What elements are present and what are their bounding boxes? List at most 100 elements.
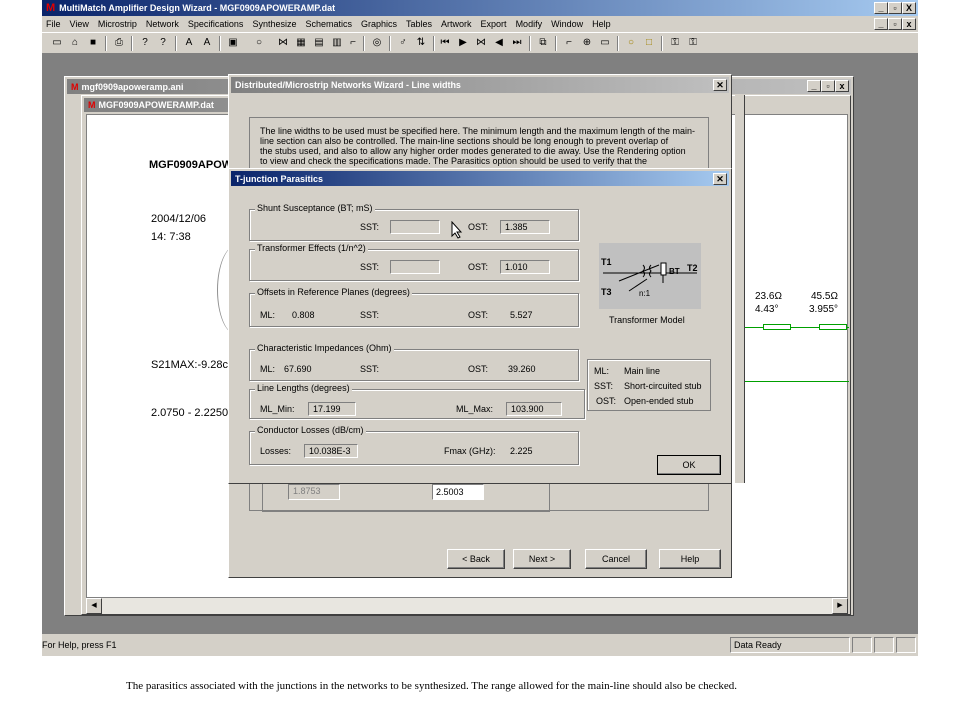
context-help-icon[interactable]: ? bbox=[156, 36, 170, 50]
ml-min-label: ML_Min: bbox=[260, 404, 295, 414]
horizontal-scrollbar[interactable]: ◀ ▶ bbox=[86, 598, 848, 614]
menu-microstrip[interactable]: Microstrip bbox=[98, 19, 137, 29]
model-t1-label: T1 bbox=[601, 257, 612, 267]
box-icon[interactable]: ▭ bbox=[598, 36, 612, 50]
offsets-label: Offsets in Reference Planes (degrees) bbox=[255, 287, 412, 297]
help-button[interactable]: Help bbox=[659, 549, 721, 569]
ok-button[interactable]: OK bbox=[657, 455, 721, 475]
save-icon[interactable]: ■ bbox=[86, 36, 100, 50]
back-icon[interactable]: ◀ bbox=[492, 36, 506, 50]
child-restore-button[interactable]: ▫ bbox=[821, 80, 835, 92]
wizard-close-button[interactable]: ✕ bbox=[713, 79, 727, 91]
menu-synthesize[interactable]: Synthesize bbox=[252, 19, 296, 29]
route-icon[interactable]: ♂ bbox=[396, 36, 410, 50]
mdi-restore-button[interactable]: ▫ bbox=[888, 18, 902, 30]
child-close-button[interactable]: x bbox=[835, 80, 849, 92]
print-icon[interactable]: ⎙ bbox=[112, 36, 126, 50]
scroll-right-button[interactable]: ▶ bbox=[832, 598, 848, 614]
new-file-icon[interactable]: ▭ bbox=[50, 36, 64, 50]
menu-artwork[interactable]: Artwork bbox=[441, 19, 472, 29]
child-title: mgf0909apoweramp.ani bbox=[81, 81, 184, 92]
yellow-circle-icon[interactable]: ○ bbox=[624, 36, 638, 50]
back-button[interactable]: < Back bbox=[447, 549, 505, 569]
lock-icon[interactable]: ⚿ bbox=[668, 36, 682, 50]
mdi-minimize-button[interactable]: _ bbox=[874, 18, 888, 30]
mouse-cursor-icon bbox=[451, 221, 463, 239]
legend-ost-val: Open-ended stub bbox=[624, 396, 694, 406]
window-icon[interactable]: ▣ bbox=[226, 36, 240, 50]
play-icon[interactable]: ▶ bbox=[456, 36, 470, 50]
yellow-square-icon[interactable]: □ bbox=[642, 36, 656, 50]
impedances-label: Characteristic Impedances (Ohm) bbox=[255, 343, 394, 353]
menu-graphics[interactable]: Graphics bbox=[361, 19, 397, 29]
bowtie-icon[interactable]: ⋈ bbox=[474, 36, 488, 50]
menu-network[interactable]: Network bbox=[146, 19, 179, 29]
child-minimize-button[interactable]: _ bbox=[807, 80, 821, 92]
losses-group: Conductor Losses (dB/cm) Losses: 10.038E… bbox=[249, 425, 579, 465]
wizard-field-right[interactable]: 2.5003 bbox=[432, 484, 484, 500]
stub-icon[interactable]: ⌐ bbox=[562, 36, 576, 50]
impedances-ost-value: 39.260 bbox=[508, 364, 536, 374]
tjunction-close-button[interactable]: ✕ bbox=[713, 173, 727, 185]
legend-sst-val: Short-circuited stub bbox=[624, 381, 702, 391]
offsets-ost-value: 5.527 bbox=[510, 310, 533, 320]
transformer-ost-field: 1.010 bbox=[500, 260, 550, 274]
cancel-button[interactable]: Cancel bbox=[585, 549, 647, 569]
last-icon[interactable]: ⏭ bbox=[510, 36, 524, 50]
transformer-model-image: T1 T2 T3 BT n:1 bbox=[599, 243, 701, 309]
line-lengths-group: Line Lengths (degrees) ML_Min: 17.199 ML… bbox=[249, 383, 585, 419]
wizard-desc-line-4: to view and check the specifications mad… bbox=[260, 156, 648, 166]
step-icon[interactable]: ⌐ bbox=[346, 36, 360, 50]
menu-schematics[interactable]: Schematics bbox=[305, 19, 352, 29]
menu-view[interactable]: View bbox=[70, 19, 89, 29]
shunt-susceptance-group: Shunt Susceptance (BT; mS) SST: OST: 1.3… bbox=[249, 203, 579, 241]
menu-specifications[interactable]: Specifications bbox=[188, 19, 244, 29]
scroll-left-button[interactable]: ◀ bbox=[86, 598, 102, 614]
first-icon[interactable]: ⏮ bbox=[438, 36, 452, 50]
transformer-ost-label: OST: bbox=[468, 262, 489, 272]
next-button[interactable]: Next > bbox=[513, 549, 571, 569]
table-icon[interactable]: ▤ bbox=[312, 36, 326, 50]
doc-s21: S21MAX:-9.28c bbox=[151, 359, 229, 371]
status-cell-3 bbox=[874, 637, 894, 653]
wizard-desc-line-2: line section can also be controlled. The… bbox=[260, 136, 669, 146]
mdi-close-button[interactable]: x bbox=[902, 18, 916, 30]
ml-min-field: 17.199 bbox=[308, 402, 356, 416]
wizard-side-scroll bbox=[735, 95, 745, 483]
transformer-model-caption: Transformer Model bbox=[609, 315, 685, 325]
model-t3-label: T3 bbox=[601, 287, 612, 297]
menu-export[interactable]: Export bbox=[481, 19, 507, 29]
menu-bar: File View Microstrip Network Specificati… bbox=[42, 16, 918, 32]
close-button[interactable]: X bbox=[902, 2, 916, 14]
menu-help[interactable]: Help bbox=[592, 19, 611, 29]
line-element-1 bbox=[763, 324, 791, 330]
restore-button[interactable]: ▫ bbox=[888, 2, 902, 14]
open-folder-icon[interactable]: ⌂ bbox=[68, 36, 82, 50]
tjunction-title-bar: T-junction Parasitics bbox=[231, 171, 729, 186]
text-a2-icon[interactable]: A bbox=[200, 36, 214, 50]
component-icon[interactable]: ⊕ bbox=[580, 36, 594, 50]
circle-icon[interactable]: ○ bbox=[252, 36, 266, 50]
chart-icon[interactable]: ▥ bbox=[330, 36, 344, 50]
shunt-ost-label: OST: bbox=[468, 222, 489, 232]
menu-modify[interactable]: Modify bbox=[516, 19, 543, 29]
menu-window[interactable]: Window bbox=[551, 19, 583, 29]
grid-icon[interactable]: ▦ bbox=[294, 36, 308, 50]
legend-ml-key: ML: bbox=[594, 366, 610, 376]
menu-file[interactable]: File bbox=[46, 19, 61, 29]
network-icon[interactable]: ⋈ bbox=[276, 36, 290, 50]
legend-box: ML: Main line SST: Short-circuited stub … bbox=[587, 359, 711, 411]
target-icon[interactable]: ◎ bbox=[370, 36, 384, 50]
wizard-desc-line-3: the stubs used, and also to allow any hi… bbox=[260, 146, 686, 156]
text-a-icon[interactable]: A bbox=[182, 36, 196, 50]
offsets-ost-label: OST: bbox=[468, 310, 489, 320]
minimize-button[interactable]: _ bbox=[874, 2, 888, 14]
offsets-group: Offsets in Reference Planes (degrees) ML… bbox=[249, 287, 579, 327]
transformer-effects-group: Transformer Effects (1/n^2) SST: OST: 1.… bbox=[249, 243, 579, 281]
menu-tables[interactable]: Tables bbox=[406, 19, 432, 29]
arrows-icon[interactable]: ⇅ bbox=[414, 36, 428, 50]
copy-icon[interactable]: ⧉ bbox=[536, 36, 550, 50]
figure-caption: The parasitics associated with the junct… bbox=[126, 680, 738, 692]
help-icon[interactable]: ? bbox=[138, 36, 152, 50]
lock2-icon[interactable]: ⚿ bbox=[686, 36, 700, 50]
